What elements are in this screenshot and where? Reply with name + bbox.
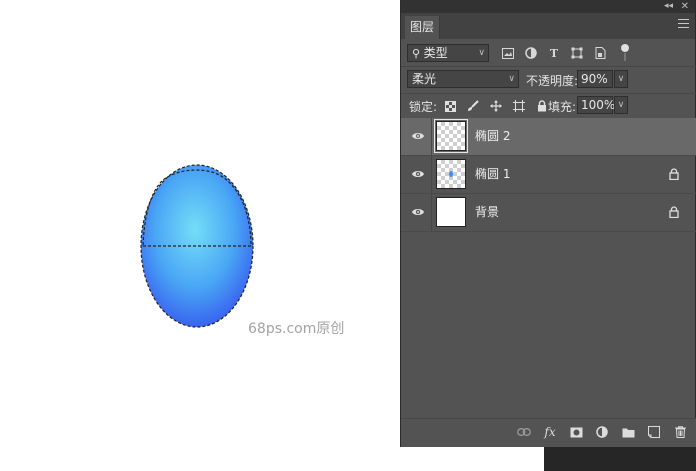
- fill-label: 填充:: [548, 100, 577, 114]
- filter-toggle[interactable]: [621, 44, 629, 62]
- workspace-background: [544, 446, 696, 471]
- shape-layer-filter-icon[interactable]: [570, 46, 584, 60]
- new-layer-icon[interactable]: [647, 425, 661, 439]
- visibility-eye-icon[interactable]: [411, 168, 425, 180]
- opacity-input[interactable]: 90%: [577, 70, 613, 88]
- layers-list: 椭圆 2 椭圆 1 背景: [401, 118, 696, 232]
- visibility-eye-icon[interactable]: [411, 206, 425, 218]
- document-canvas[interactable]: 68ps.com原创: [0, 0, 400, 471]
- visibility-eye-icon[interactable]: [411, 130, 425, 142]
- layer-name[interactable]: 背景: [475, 194, 499, 231]
- collapse-icon[interactable]: ◂◂: [664, 0, 673, 13]
- canvas-artwork: [140, 164, 254, 328]
- layer-row-ellipse-1[interactable]: 椭圆 1: [401, 156, 696, 194]
- layers-panel: ◂◂ ✕ 图层 ⚲ 类型 ∨ T 柔光 ∨ 不透明度: 90% ∨ 锁定: 填充…: [400, 0, 696, 447]
- lock-label: 锁定:: [409, 100, 438, 114]
- layer-thumbnail: [434, 119, 468, 153]
- adjustment-layer-filter-icon[interactable]: [524, 46, 538, 60]
- layer-lock-icon: [669, 168, 679, 181]
- layer-thumbnail: [436, 159, 466, 189]
- blue-ellipse: [141, 165, 253, 327]
- filter-row: ⚲ 类型 ∨ T: [401, 40, 696, 66]
- type-layer-filter-icon[interactable]: T: [547, 46, 561, 60]
- lock-all-icon[interactable]: [535, 99, 549, 113]
- layer-thumbnail: [436, 197, 466, 227]
- link-layers-icon[interactable]: [517, 425, 531, 439]
- tab-layers[interactable]: 图层: [405, 16, 440, 39]
- filter-icons: T: [501, 44, 607, 62]
- layer-lock-icon: [669, 206, 679, 219]
- layer-style-fx-icon[interactable]: fx: [543, 425, 557, 439]
- add-mask-icon[interactable]: [569, 425, 583, 439]
- panel-bottom-toolbar: fx: [401, 418, 696, 447]
- pixel-layer-filter-icon[interactable]: [501, 46, 515, 60]
- filter-type-label: 类型: [423, 46, 448, 60]
- adjustment-layer-icon[interactable]: [595, 425, 609, 439]
- smart-object-filter-icon[interactable]: [593, 46, 607, 60]
- blend-mode-select[interactable]: 柔光 ∨: [407, 70, 519, 88]
- layer-name[interactable]: 椭圆 2: [475, 118, 510, 155]
- panel-menu-icon[interactable]: [678, 19, 689, 28]
- layer-row-ellipse-2[interactable]: 椭圆 2: [401, 118, 696, 156]
- lock-image-pixels-brush-icon[interactable]: [466, 99, 480, 113]
- lock-artboard-icon[interactable]: [512, 99, 526, 113]
- ellipse-thumbnail-icon: [449, 171, 453, 177]
- delete-layer-trash-icon[interactable]: [673, 425, 687, 439]
- fill-dropdown-button[interactable]: ∨: [614, 96, 628, 114]
- watermark-text: 68ps.com原创: [248, 321, 345, 337]
- panel-tab-bar: 图层: [401, 13, 695, 39]
- lock-transparent-pixels-icon[interactable]: [443, 99, 457, 113]
- fill-input[interactable]: 100%: [577, 96, 615, 114]
- blend-opacity-row: 柔光 ∨ 不透明度: 90% ∨: [401, 66, 696, 93]
- blend-mode-value: 柔光: [412, 72, 437, 86]
- opacity-dropdown-button[interactable]: ∨: [614, 70, 628, 88]
- opacity-label: 不透明度:: [526, 74, 579, 88]
- new-group-folder-icon[interactable]: [621, 425, 635, 439]
- filter-type-select[interactable]: ⚲ 类型 ∨: [407, 44, 489, 62]
- lock-fill-row: 锁定: 填充: 100% ∨: [401, 93, 696, 118]
- chevron-down-icon: ∨: [508, 74, 515, 84]
- layer-row-background[interactable]: 背景: [401, 194, 696, 232]
- panel-title-bar: ◂◂ ✕: [401, 0, 695, 13]
- chevron-down-icon: ∨: [478, 48, 485, 58]
- layer-name[interactable]: 椭圆 1: [475, 156, 510, 193]
- close-icon[interactable]: ✕: [681, 0, 689, 13]
- lock-position-move-icon[interactable]: [489, 99, 503, 113]
- search-icon: ⚲: [412, 47, 424, 60]
- lock-icons: [443, 97, 549, 115]
- bottom-toolbar-icons: fx: [517, 425, 687, 439]
